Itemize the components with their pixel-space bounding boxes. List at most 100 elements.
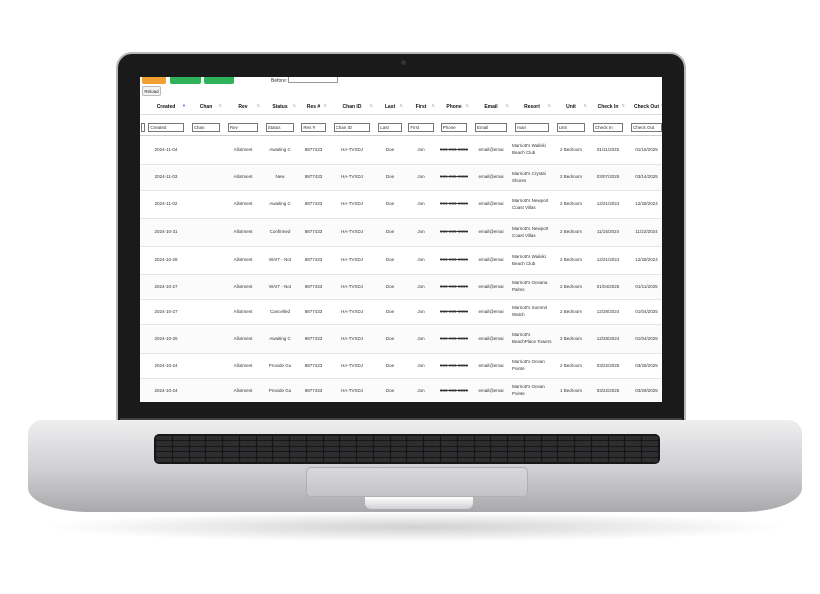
sort-icon[interactable]: ⇅ — [400, 103, 403, 108]
cell-check-out: 01/18/2025 — [627, 135, 662, 165]
column-header[interactable]: Last ⇅ — [375, 100, 405, 115]
sort-icon[interactable]: ⇅ — [661, 103, 662, 108]
keyboard-key — [256, 457, 273, 462]
column-header[interactable]: Rev ⇅ — [224, 100, 262, 115]
table-row[interactable]: 2024-10-27 Allotment WAIT - Not 8877433 HA-T… — [140, 274, 662, 300]
keyboard-key — [508, 452, 524, 457]
column-filter-input[interactable] — [475, 123, 507, 132]
filter-cell — [553, 114, 589, 136]
column-header[interactable]: Chan ID ⇅ — [329, 100, 375, 115]
keyboard-key — [558, 457, 575, 462]
keyboard-key — [474, 441, 491, 446]
keyboard-key — [189, 436, 206, 441]
column-header[interactable]: Unit ⇅ — [553, 100, 589, 115]
cell-check-in: 03/22/2025 — [589, 378, 627, 402]
sort-icon[interactable]: ⇅ — [548, 103, 551, 108]
keyboard-key — [642, 436, 658, 441]
column-filter-input[interactable] — [141, 123, 145, 132]
cell-created: 2024-10-27 — [144, 274, 188, 300]
cell-res: 8877433 — [298, 135, 329, 165]
keyboard-key — [424, 452, 441, 457]
cell-unit: 1 Bedroom — [553, 378, 589, 402]
sort-icon[interactable]: ⇅ — [506, 103, 509, 108]
column-filter-input[interactable] — [378, 123, 402, 132]
before-date-input[interactable] — [288, 77, 338, 83]
sort-icon[interactable]: ⇅ — [622, 103, 625, 108]
table-row[interactable]: 2024-10-24 Allotment Provide Gu 8877433 HA-T… — [140, 378, 662, 402]
table-row[interactable]: 2024-11-03 Allotment New 8877433 HA-TVXDJ Doe… — [140, 164, 662, 191]
cell-phone: 999-999-9999 — [437, 135, 471, 165]
sort-icon[interactable]: ⇅ — [219, 103, 222, 108]
cell-chan-id: HA-TVXDJ — [329, 378, 375, 402]
table-row[interactable]: 2024-11-04 Allotment Awaiting C 8877433 HA-T… — [140, 135, 662, 165]
cell-check-out: 03/14/2025 — [627, 164, 662, 191]
sort-icon[interactable]: ⇅ — [432, 103, 435, 108]
cell-res: 8877433 — [298, 324, 329, 354]
column-header[interactable]: Email ⇅ — [471, 100, 511, 115]
column-filter-input[interactable] — [630, 123, 662, 132]
table-row[interactable]: 2024-10-25 Allotment Awaiting C 8877433 HA-T… — [140, 324, 662, 354]
keyboard-key — [457, 446, 474, 452]
column-filter-input[interactable] — [592, 123, 624, 132]
keyboard-key — [273, 452, 290, 457]
keyboard-key — [541, 436, 558, 441]
column-header[interactable]: Check Out⇅ — [627, 100, 662, 115]
column-filter-input[interactable] — [515, 123, 549, 132]
keyboard-key — [223, 441, 239, 446]
cell-phone: 999-999-9999 — [437, 353, 471, 379]
sort-icon[interactable]: ⇅ — [584, 103, 587, 108]
column-filter-input[interactable] — [408, 123, 434, 132]
column-filter-input[interactable] — [333, 123, 371, 132]
keyboard-key — [172, 436, 189, 441]
cell-check-in: 01/11/2025 — [589, 135, 627, 165]
cell-res: 8877433 — [298, 353, 329, 379]
cell-res: 8877433 — [298, 218, 329, 247]
column-header-label: Chan ID — [342, 104, 362, 110]
column-header[interactable]: Resort ⇅ — [511, 100, 553, 115]
keyboard-key — [591, 436, 608, 441]
sort-icon[interactable]: ⇅ — [466, 103, 469, 108]
cell-last: Doe — [375, 324, 405, 354]
keyboard-key — [407, 452, 424, 457]
column-header[interactable]: Chan ⇅ — [188, 100, 224, 115]
sort-icon[interactable]: ⇅ — [324, 103, 327, 108]
toolbar-green-button-1[interactable] — [170, 77, 201, 84]
column-filter-input[interactable] — [148, 123, 184, 132]
sort-icon[interactable]: ⇅ — [257, 103, 260, 108]
table-row[interactable]: 2024-10-27 Allotment Cancelled 8877433 HA-TV… — [140, 299, 662, 325]
column-filter-input[interactable] — [265, 123, 295, 132]
reload-button[interactable]: Reload — [142, 86, 161, 96]
sort-desc-icon[interactable]: ▼ — [182, 103, 186, 108]
column-filter-input[interactable] — [227, 123, 259, 132]
keyboard-key — [357, 446, 373, 452]
column-header[interactable]: Res # ⇅ — [298, 100, 329, 115]
column-header[interactable]: Check In ⇅ — [589, 100, 627, 115]
column-header[interactable]: First ⇅ — [405, 100, 437, 115]
toolbar-green-button-2[interactable] — [204, 77, 234, 84]
sort-icon[interactable]: ⇅ — [293, 103, 296, 108]
column-filter-input[interactable] — [556, 123, 586, 132]
toolbar-orange-button[interactable] — [142, 77, 166, 84]
column-filter-input[interactable] — [301, 123, 326, 132]
column-header[interactable]: Created ▼ — [144, 100, 188, 115]
sort-icon[interactable]: ⇅ — [370, 103, 373, 108]
column-header[interactable]: Phone ⇅ — [437, 100, 471, 115]
keyboard-key — [441, 457, 457, 462]
cell-status: Provide Gu — [262, 378, 298, 402]
column-header-label: Rev — [238, 104, 248, 110]
table-row[interactable]: 2024-11-02 Allotment Awaiting C 8877433 HA-T… — [140, 190, 662, 219]
table-row[interactable]: 2024-10-31 Allotment Confirmed 8877433 HA-TV… — [140, 218, 662, 247]
column-header-label: Resort — [524, 104, 540, 110]
cell-rev: Allotment — [224, 299, 262, 325]
filter-cell — [188, 114, 224, 136]
keyboard-key — [256, 436, 273, 441]
cell-phone: 999-999-9999 — [437, 378, 471, 402]
column-header[interactable]: Status ⇅ — [262, 100, 298, 115]
keyboard-key — [323, 436, 340, 441]
column-filter-input[interactable] — [191, 123, 221, 132]
laptop-keyboard — [154, 434, 660, 464]
table-row[interactable]: 2024-10-24 Allotment Provide Gu 8877433 HA-T… — [140, 353, 662, 379]
table-row[interactable]: 2024-10-28 Allotment WAIT - Not 8877433 HA-T… — [140, 246, 662, 275]
filter-row — [140, 114, 662, 136]
column-filter-input[interactable] — [440, 123, 468, 132]
